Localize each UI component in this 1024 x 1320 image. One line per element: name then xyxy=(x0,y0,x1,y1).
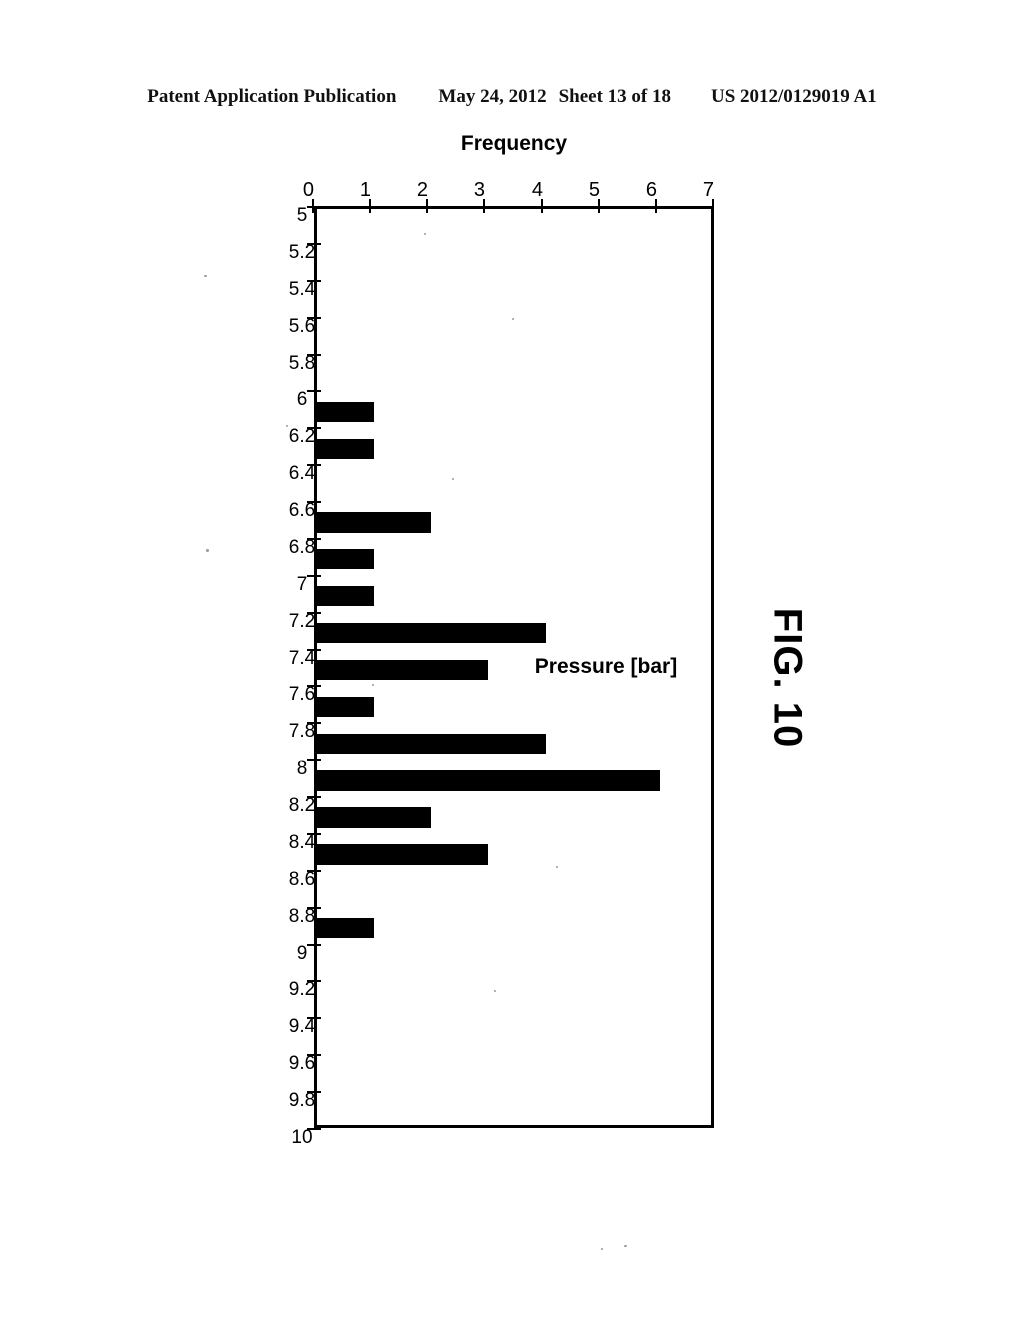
chart-canvas: 5 5.2 5.4 5.6 5.8 6 6.2 6.4 6.6 6.8 7 7.2 7.4 7.6 7.8 8… xyxy=(289,132,714,1148)
pressure-tick-label: 8.8 xyxy=(288,905,316,927)
frequency-axis-title: Frequency xyxy=(460,132,568,155)
bar xyxy=(317,622,546,644)
pressure-tick-label: 6.8 xyxy=(288,536,316,558)
pressure-tick-label: 7 xyxy=(296,573,308,595)
pressure-tick-label: 5.4 xyxy=(288,278,316,300)
scan-artifact xyxy=(556,866,558,868)
pressure-tick-label: 7.4 xyxy=(288,647,316,669)
frequency-tick xyxy=(483,199,486,213)
scan-artifact xyxy=(512,318,514,320)
bar xyxy=(317,549,375,570)
frequency-tick-label: 2 xyxy=(417,179,429,201)
scan-artifact xyxy=(452,478,454,480)
pressure-tick xyxy=(307,574,321,577)
pressure-tick xyxy=(307,943,321,946)
scan-artifact xyxy=(300,760,302,762)
bar xyxy=(317,844,489,865)
header-date: May 24, 2012 xyxy=(438,86,547,107)
frequency-tick xyxy=(312,199,314,213)
scan-artifact xyxy=(494,990,496,992)
scan-artifact xyxy=(601,1248,603,1250)
pressure-tick-label: 9 xyxy=(296,942,308,964)
frequency-tick xyxy=(712,199,714,213)
frequency-tick-label: 0 xyxy=(302,179,314,201)
pressure-tick-label: 8 xyxy=(296,758,308,780)
bar xyxy=(317,512,432,533)
pressure-tick-label: 6.6 xyxy=(288,500,316,522)
pressure-axis-title: Pressure [bar] xyxy=(534,655,678,678)
bar xyxy=(317,807,432,828)
pressure-tick xyxy=(307,206,321,208)
scan-artifact xyxy=(286,425,288,427)
bar xyxy=(317,696,375,718)
pressure-tick-label: 5.6 xyxy=(288,315,316,337)
pressure-tick-label: 9.6 xyxy=(288,1053,316,1075)
scan-artifact xyxy=(204,275,207,277)
pressure-tick-label: 5 xyxy=(296,205,308,226)
bar xyxy=(317,438,375,459)
frequency-tick xyxy=(369,199,372,213)
scan-artifact xyxy=(624,1245,627,1247)
pressure-tick-label: 8.6 xyxy=(288,868,316,890)
pressure-tick-label: 8.2 xyxy=(288,795,316,817)
page-header: Patent Application Publication May 24, 2… xyxy=(0,86,1024,108)
pressure-tick-label: 6.4 xyxy=(288,463,316,485)
figure-caption: FIG. 10 xyxy=(765,607,810,749)
frequency-tick-label: 6 xyxy=(645,179,657,201)
pressure-tick-label: 10 xyxy=(291,1127,313,1148)
pressure-tick xyxy=(307,759,321,762)
pressure-tick-label: 7.8 xyxy=(288,721,316,743)
bar xyxy=(317,733,546,754)
bar xyxy=(317,401,375,422)
header-document-number: US 2012/0129019 A1 xyxy=(710,86,877,107)
frequency-tick-label: 3 xyxy=(474,179,486,201)
frequency-tick-label: 1 xyxy=(360,179,372,201)
pressure-tick-label: 6.2 xyxy=(288,426,316,448)
pressure-tick-label: 9.2 xyxy=(288,979,316,1001)
bar xyxy=(317,659,489,681)
frequency-tick xyxy=(597,199,600,213)
frequency-tick-label: 7 xyxy=(702,179,714,201)
pressure-tick-label: 7.2 xyxy=(288,610,316,632)
pressure-tick xyxy=(307,390,321,393)
frequency-tick xyxy=(426,199,429,213)
pressure-tick-label: 5.2 xyxy=(288,241,316,263)
pressure-tick-label: 9.4 xyxy=(288,1016,316,1038)
scan-artifact xyxy=(424,233,426,235)
pressure-tick-label: 7.6 xyxy=(288,684,316,706)
frequency-tick-label: 5 xyxy=(588,179,600,201)
scan-artifact xyxy=(372,684,374,686)
frequency-tick-label: 4 xyxy=(531,179,543,201)
header-sheet: Sheet 13 of 18 xyxy=(558,86,671,107)
pressure-tick-label: 9.8 xyxy=(288,1090,316,1112)
pressure-tick-label: 5.8 xyxy=(288,352,316,374)
pressure-tick-label: 6 xyxy=(296,389,308,411)
bar xyxy=(317,586,375,607)
header-publication: Patent Application Publication xyxy=(147,86,397,107)
bar xyxy=(317,770,660,791)
frequency-tick xyxy=(540,199,543,213)
frequency-tick xyxy=(654,199,657,213)
scan-artifact xyxy=(206,549,209,552)
pressure-tick-label: 8.4 xyxy=(288,831,316,853)
bar xyxy=(317,918,375,939)
